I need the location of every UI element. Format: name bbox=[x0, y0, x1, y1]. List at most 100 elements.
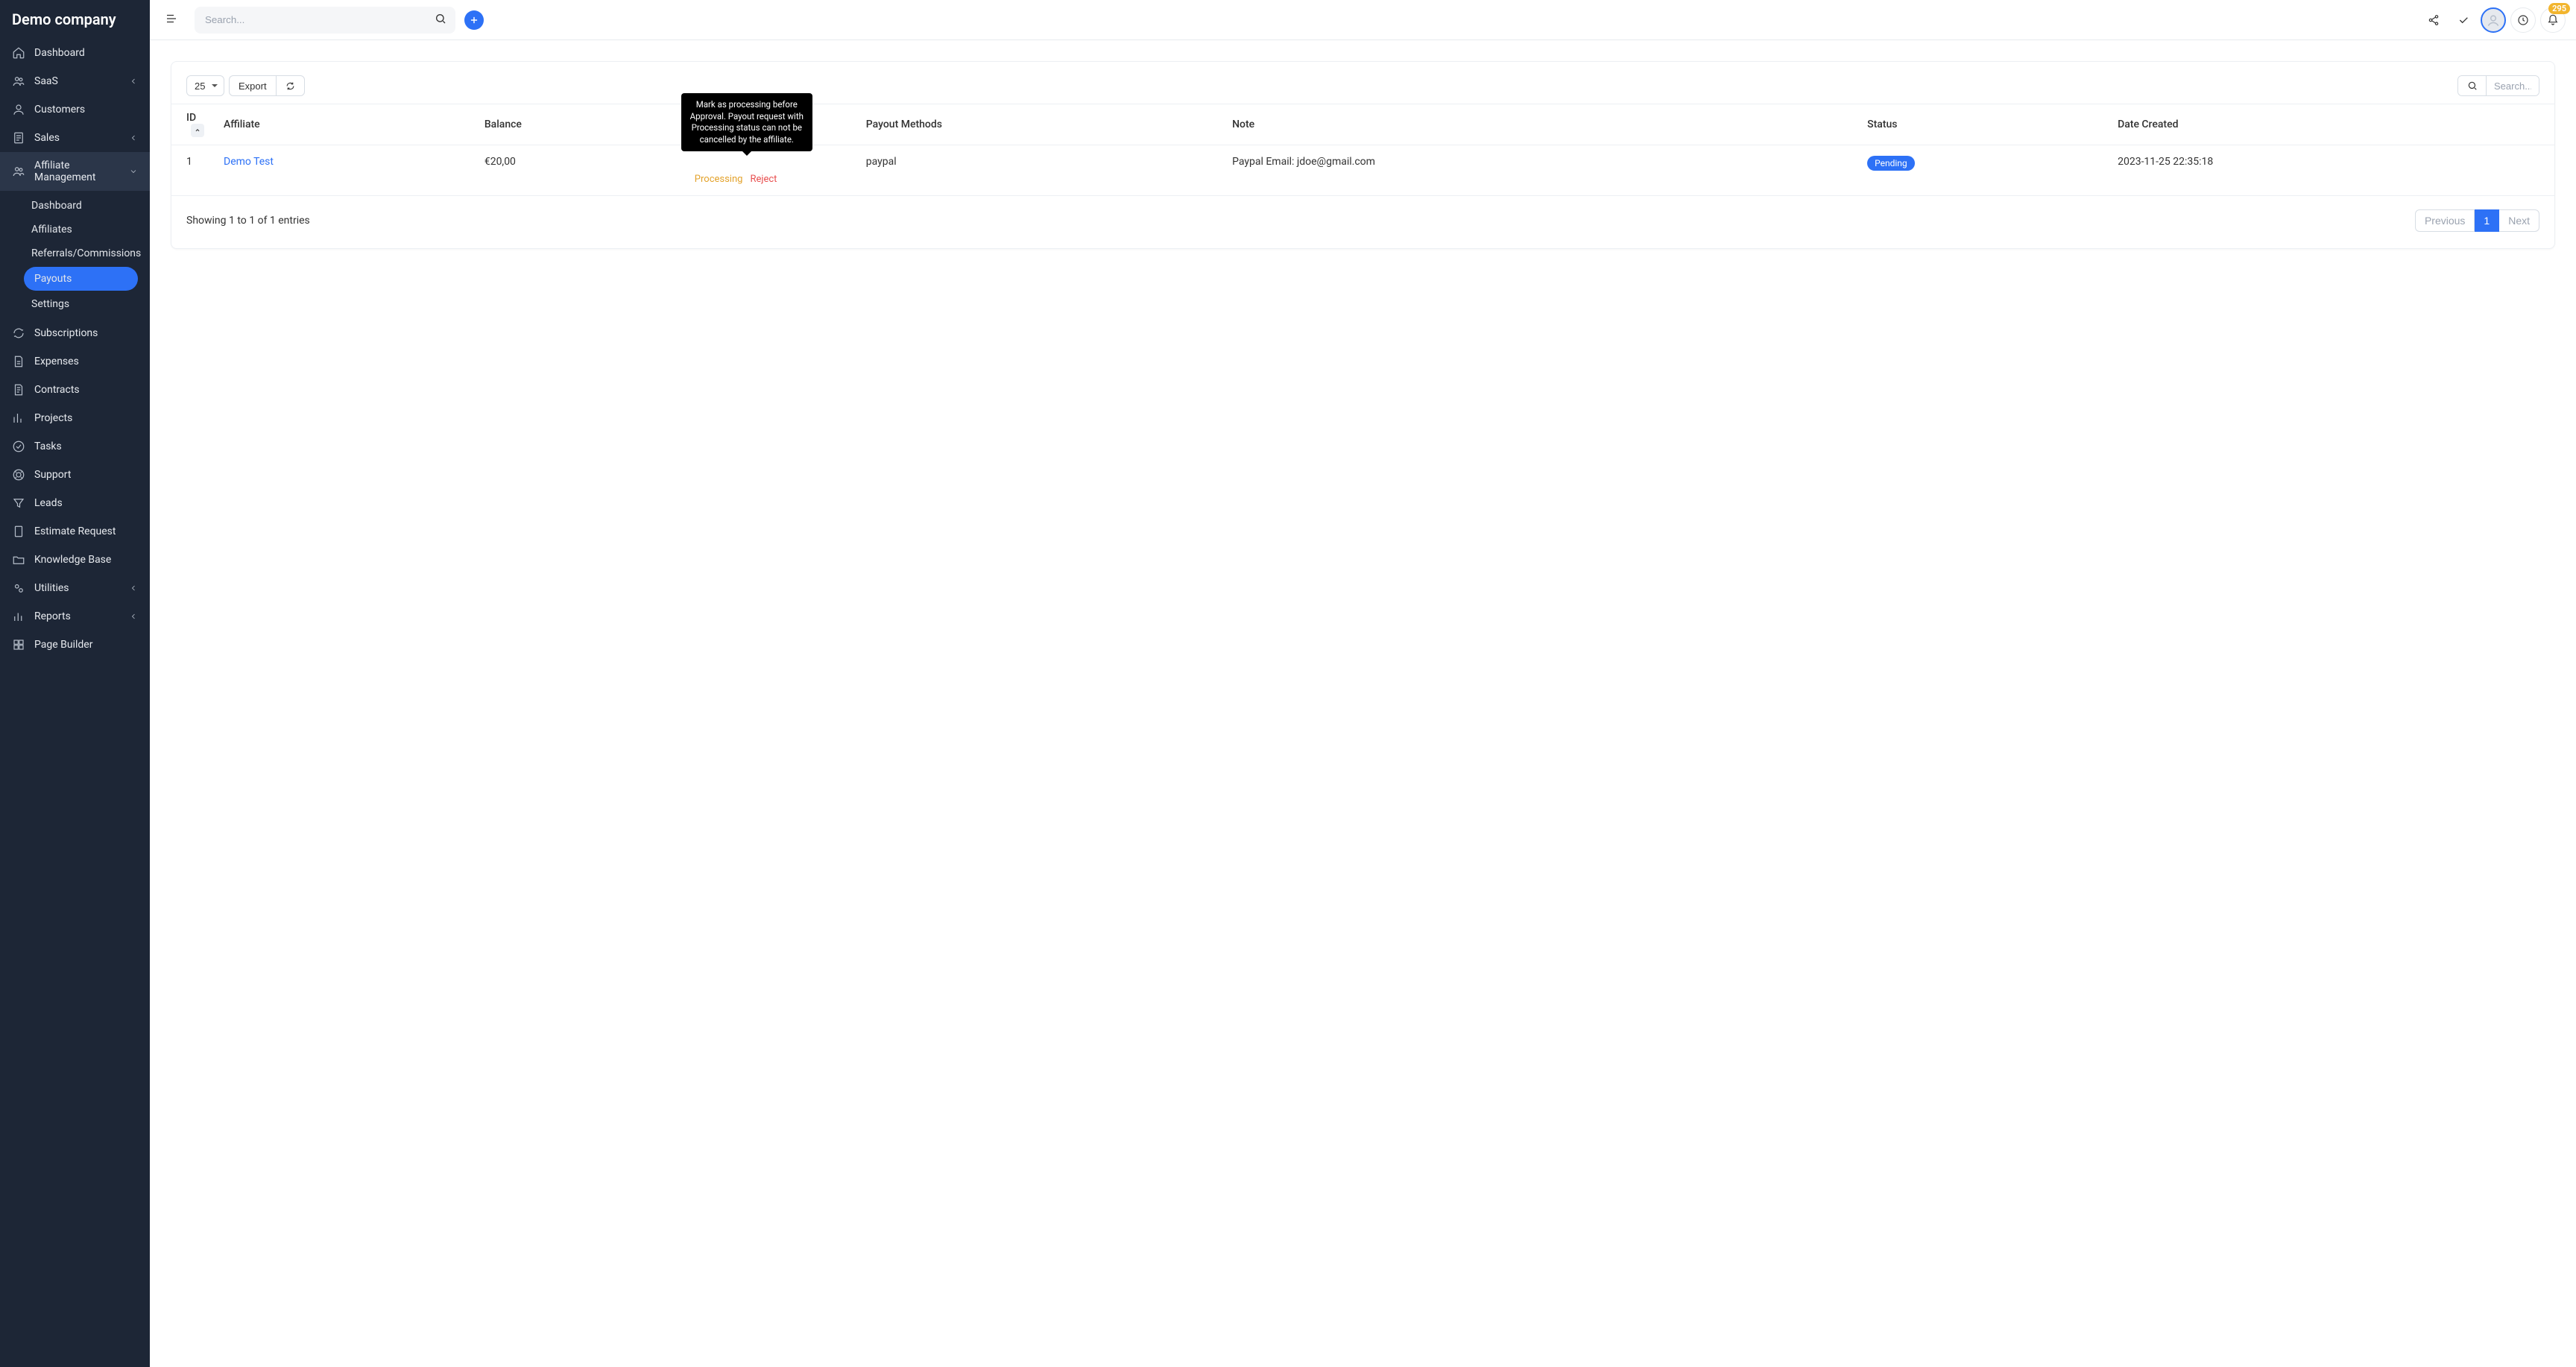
sidebar-item-contracts[interactable]: Contracts bbox=[0, 376, 150, 404]
sidebar-item-label: Affiliate Management bbox=[34, 160, 129, 183]
col-affiliate[interactable]: Affiliate bbox=[216, 104, 477, 145]
affiliate-link[interactable]: Demo Test bbox=[224, 156, 274, 168]
chevron-left-icon bbox=[129, 584, 138, 593]
cell-balance: €20,00 bbox=[477, 145, 687, 196]
processing-action[interactable]: Processing bbox=[695, 174, 743, 185]
sidebar-item-utilities[interactable]: Utilities bbox=[0, 574, 150, 602]
sidebar-item-expenses[interactable]: Expenses bbox=[0, 347, 150, 376]
sidebar-item-label: Utilities bbox=[34, 582, 69, 594]
export-group: Export bbox=[229, 75, 305, 96]
sidebar-item-label: Page Builder bbox=[34, 639, 92, 651]
sidebar-item-label: Leads bbox=[34, 497, 63, 509]
file-icon bbox=[12, 355, 25, 368]
sidebar-sub-dashboard[interactable]: Dashboard bbox=[0, 194, 150, 218]
col-payout-methods[interactable]: Payout Methods bbox=[859, 104, 1225, 145]
global-search bbox=[195, 7, 455, 34]
panel-footer: Showing 1 to 1 of 1 entries Previous 1 N… bbox=[171, 196, 2554, 248]
col-id[interactable]: ID bbox=[171, 104, 216, 145]
avatar[interactable] bbox=[2481, 7, 2506, 33]
sidebar-sub-payouts[interactable]: Payouts bbox=[24, 267, 138, 291]
payouts-panel: 25 Export bbox=[171, 61, 2555, 249]
sidebar-item-estimate-request[interactable]: Estimate Request bbox=[0, 517, 150, 546]
sidebar-item-knowledge-base[interactable]: Knowledge Base bbox=[0, 546, 150, 574]
chevron-down-icon bbox=[129, 167, 138, 176]
topbar-right: 295 bbox=[2421, 7, 2566, 33]
payouts-table: ID Affiliate Balance Payout Methods Note… bbox=[171, 104, 2554, 196]
sidebar-item-projects[interactable]: Projects bbox=[0, 404, 150, 432]
sidebar-item-label: Payouts bbox=[34, 273, 72, 285]
page-icon bbox=[12, 525, 25, 538]
check-circle-icon bbox=[12, 440, 25, 453]
sidebar-item-tasks[interactable]: Tasks bbox=[0, 432, 150, 461]
brand: Demo company bbox=[0, 0, 150, 39]
table-search bbox=[2457, 75, 2539, 96]
user-icon bbox=[12, 103, 25, 116]
col-balance[interactable]: Balance bbox=[477, 104, 687, 145]
chart-icon bbox=[12, 411, 25, 425]
sidebar-item-label: Contracts bbox=[34, 384, 80, 396]
sidebar: Demo company Dashboard SaaS Customers Sa… bbox=[0, 0, 150, 1367]
sort-button[interactable] bbox=[191, 124, 204, 137]
table-search-input[interactable] bbox=[2487, 76, 2539, 95]
col-note[interactable]: Note bbox=[1225, 104, 1860, 145]
document-icon bbox=[12, 383, 25, 397]
notifications: 295 bbox=[2540, 7, 2566, 33]
sidebar-item-customers[interactable]: Customers bbox=[0, 95, 150, 124]
sidebar-sub-referrals[interactable]: Referrals/Commissions bbox=[0, 241, 150, 265]
clock-button[interactable] bbox=[2510, 7, 2536, 33]
sidebar-item-leads[interactable]: Leads bbox=[0, 489, 150, 517]
sidebar-item-label: Estimate Request bbox=[34, 525, 116, 537]
bar-chart-icon bbox=[12, 610, 25, 623]
lifebuoy-icon bbox=[12, 468, 25, 482]
topbar: 295 bbox=[150, 0, 2576, 40]
cell-affiliate: Demo Test bbox=[216, 145, 477, 196]
main: 295 25 Export bbox=[150, 0, 2576, 1367]
global-search-input[interactable] bbox=[195, 7, 455, 34]
sidebar-sub-settings[interactable]: Settings bbox=[0, 292, 150, 316]
pager-page-1[interactable]: 1 bbox=[2475, 209, 2499, 232]
cell-id: 1 bbox=[171, 145, 216, 196]
col-status[interactable]: Status bbox=[1860, 104, 2110, 145]
share-button[interactable] bbox=[2421, 7, 2446, 33]
processing-tooltip: Mark as processing before Approval. Payo… bbox=[681, 93, 812, 151]
panel-toolbar: 25 Export bbox=[171, 62, 2554, 104]
sidebar-item-label: Sales bbox=[34, 132, 60, 144]
search-icon[interactable] bbox=[435, 13, 446, 28]
sidebar-item-label: Knowledge Base bbox=[34, 554, 111, 566]
pager-next[interactable]: Next bbox=[2499, 209, 2539, 232]
reject-action[interactable]: Reject bbox=[750, 174, 777, 185]
gears-icon bbox=[12, 581, 25, 595]
sidebar-item-dashboard[interactable]: Dashboard bbox=[0, 39, 150, 67]
row-actions: Processing Reject bbox=[695, 174, 851, 185]
pagination: Previous 1 Next bbox=[2415, 209, 2539, 232]
refresh-button[interactable] bbox=[276, 75, 305, 96]
table-search-button[interactable] bbox=[2458, 76, 2487, 95]
users-icon bbox=[12, 75, 25, 88]
pager-previous[interactable]: Previous bbox=[2415, 209, 2475, 232]
sidebar-item-label: Reports bbox=[34, 610, 71, 622]
folder-icon bbox=[12, 553, 25, 566]
sidebar-item-label: Tasks bbox=[34, 441, 62, 452]
sidebar-item-support[interactable]: Support bbox=[0, 461, 150, 489]
sidebar-item-label: Referrals/Commissions bbox=[31, 247, 141, 259]
check-button[interactable] bbox=[2451, 7, 2476, 33]
page-size-select[interactable]: 25 bbox=[186, 75, 224, 96]
grid-icon bbox=[12, 638, 25, 651]
sidebar-item-affiliate-management[interactable]: Affiliate Management bbox=[0, 152, 150, 191]
sidebar-item-label: Subscriptions bbox=[34, 327, 98, 339]
sidebar-toggle-button[interactable] bbox=[160, 7, 183, 32]
sidebar-item-saas[interactable]: SaaS bbox=[0, 67, 150, 95]
col-date-created[interactable]: Date Created bbox=[2110, 104, 2554, 145]
add-button[interactable] bbox=[464, 10, 484, 30]
sidebar-item-label: Dashboard bbox=[34, 47, 85, 59]
export-button[interactable]: Export bbox=[229, 75, 276, 96]
sidebar-item-sales[interactable]: Sales bbox=[0, 124, 150, 152]
cell-date-created: 2023-11-25 22:35:18 bbox=[2110, 145, 2554, 196]
sidebar-item-label: SaaS bbox=[34, 75, 58, 87]
sidebar-item-page-builder[interactable]: Page Builder bbox=[0, 631, 150, 659]
sidebar-sub-affiliates[interactable]: Affiliates bbox=[0, 218, 150, 241]
home-icon bbox=[12, 46, 25, 60]
sidebar-item-subscriptions[interactable]: Subscriptions bbox=[0, 319, 150, 347]
content: 25 Export bbox=[150, 40, 2576, 1367]
sidebar-item-reports[interactable]: Reports bbox=[0, 602, 150, 631]
